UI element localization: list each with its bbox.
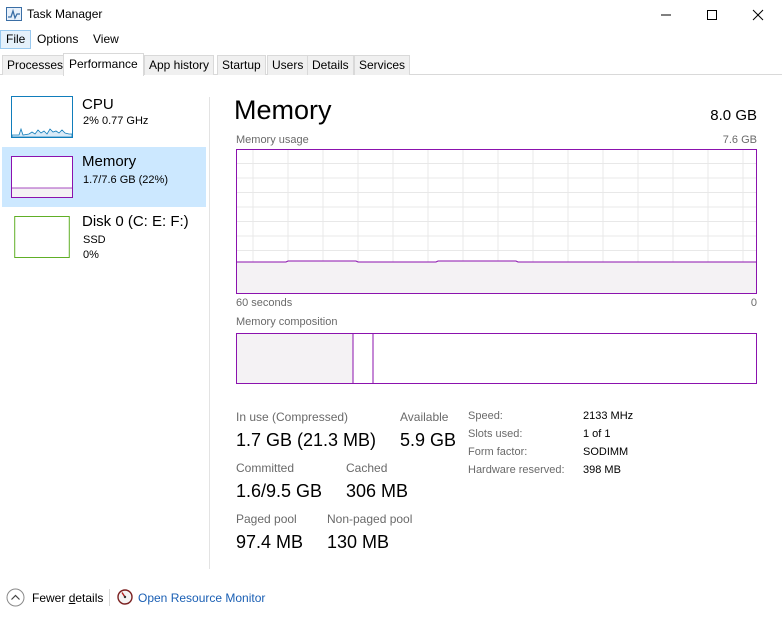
- sidebar-item-cpu[interactable]: CPU 2% 0.77 GHz: [2, 90, 206, 150]
- memory-composition-bar: [236, 333, 757, 384]
- sidebar-item-disk[interactable]: Disk 0 (C: E: F:) SSD 0%: [2, 207, 206, 267]
- page-title: Memory: [234, 95, 332, 125]
- tab-app-history[interactable]: App history: [144, 55, 215, 75]
- time-axis-end: 0: [750, 297, 757, 309]
- panel-divider[interactable]: [209, 97, 210, 569]
- form-factor-value: SODIMM: [583, 446, 629, 458]
- non-paged-pool-value: 130 MB: [327, 532, 390, 552]
- sidebar-item-detail: 0%: [83, 249, 99, 261]
- speed-label: Speed:: [468, 410, 503, 422]
- slots-used-label: Slots used:: [468, 428, 523, 440]
- available-value: 5.9 GB: [400, 430, 457, 450]
- paged-pool-value: 97.4 MB: [236, 532, 304, 552]
- minimize-button[interactable]: [643, 0, 689, 29]
- footer-separator: [109, 589, 110, 606]
- slots-used-value: 1 of 1: [583, 428, 611, 440]
- maximize-button[interactable]: [689, 0, 735, 29]
- committed-label: Committed: [236, 461, 295, 475]
- tab-processes[interactable]: Processes: [2, 55, 69, 75]
- fewer-details-button[interactable]: Fewer details: [32, 591, 103, 605]
- tab-startup[interactable]: Startup: [217, 55, 266, 75]
- tab-performance[interactable]: Performance: [63, 53, 144, 76]
- sidebar-item-memory[interactable]: Memory 1.7/7.6 GB (22%): [2, 147, 206, 207]
- menu-options[interactable]: Options: [32, 30, 83, 49]
- cpu-thumbnail-graph: [11, 96, 73, 138]
- sidebar-item-detail: 1.7/7.6 GB (22%): [83, 174, 168, 186]
- memory-usage-max: 7.6 GB: [722, 134, 757, 146]
- maximize-icon: [707, 9, 717, 20]
- speed-value: 2133 MHz: [583, 410, 634, 422]
- tab-users[interactable]: Users: [267, 55, 309, 75]
- close-icon: [752, 9, 764, 20]
- chevron-up-icon[interactable]: [6, 588, 25, 607]
- in-use-value: 1.7 GB (21.3 MB): [236, 430, 377, 450]
- resource-monitor-icon: [117, 589, 133, 605]
- sidebar-item-title: Memory: [82, 153, 137, 170]
- minimize-icon: [661, 14, 671, 15]
- memory-usage-label: Memory usage: [236, 134, 309, 146]
- close-button[interactable]: [735, 0, 781, 29]
- resource-list: CPU 2% 0.77 GHz Memory 1.7/7.6 GB (22%) …: [0, 90, 209, 570]
- task-manager-icon: [6, 7, 22, 21]
- hardware-reserved-value: 398 MB: [583, 464, 621, 476]
- non-paged-pool-label: Non-paged pool: [327, 512, 413, 526]
- paged-pool-label: Paged pool: [236, 512, 297, 526]
- sidebar-item-detail: SSD: [83, 234, 106, 246]
- time-axis-start: 60 seconds: [236, 297, 293, 309]
- committed-value: 1.6/9.5 GB: [236, 481, 323, 501]
- cached-label: Cached: [346, 461, 388, 475]
- open-resource-monitor-link[interactable]: Open Resource Monitor: [138, 591, 265, 605]
- menu-file[interactable]: File: [0, 30, 32, 49]
- hardware-reserved-label: Hardware reserved:: [468, 464, 565, 476]
- available-label: Available: [400, 410, 449, 424]
- menu-view[interactable]: View: [88, 30, 124, 49]
- title-bar: Task Manager: [0, 0, 782, 29]
- disk-thumbnail-graph: [11, 216, 73, 258]
- memory-usage-graph: [236, 149, 757, 294]
- sidebar-item-title: CPU: [82, 96, 114, 113]
- cached-value: 306 MB: [346, 481, 409, 501]
- window-title: Task Manager: [27, 7, 103, 21]
- tab-strip: Processes Performance App history Startu…: [0, 53, 782, 76]
- memory-total: 8.0 GB: [710, 107, 757, 124]
- tab-details[interactable]: Details: [307, 55, 354, 75]
- in-use-label: In use (Compressed): [236, 410, 349, 424]
- memory-thumbnail-graph: [11, 156, 73, 198]
- sidebar-item-detail: 2% 0.77 GHz: [83, 115, 149, 127]
- memory-composition-label: Memory composition: [236, 316, 338, 328]
- form-factor-label: Form factor:: [468, 446, 528, 458]
- sidebar-item-title: Disk 0 (C: E: F:): [82, 213, 189, 230]
- tab-services[interactable]: Services: [354, 55, 411, 75]
- menu-bar: File Options View: [0, 29, 782, 49]
